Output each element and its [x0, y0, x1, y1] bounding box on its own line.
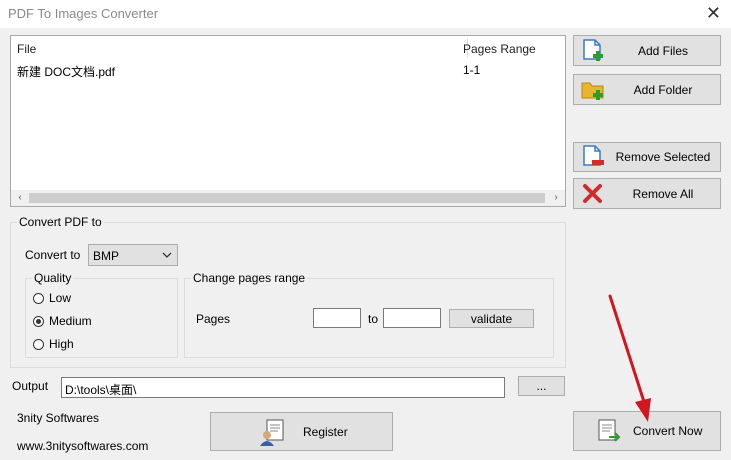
radio-low-label: Low [49, 291, 72, 305]
window-title: PDF To Images Converter [8, 6, 159, 21]
add-file-icon [583, 38, 603, 61]
remove-all-button[interactable]: Remove All [573, 178, 721, 209]
convert-to-label: Convert to [25, 248, 81, 262]
validate-label: validate [470, 311, 513, 326]
remove-file-icon [583, 145, 604, 166]
red-x-icon [583, 183, 602, 203]
output-label: Output [12, 379, 49, 393]
remove-selected-button[interactable]: Remove Selected [573, 142, 721, 172]
browse-label: ... [536, 379, 547, 393]
add-folder-icon [581, 82, 604, 100]
output-path-value: D:\tools\桌面\ [65, 383, 137, 397]
add-folder-button[interactable]: Add Folder [573, 74, 721, 105]
website-link[interactable]: www.3nitysoftwares.com [17, 439, 148, 453]
close-icon[interactable]: ✕ [706, 3, 721, 24]
register-label: Register [303, 424, 348, 439]
page-from-input[interactable] [313, 308, 361, 328]
pages-label: Pages [196, 312, 231, 326]
quality-legend: Quality [32, 271, 74, 285]
remove-selected-label: Remove Selected [615, 150, 711, 164]
format-value: BMP [93, 249, 120, 263]
radio-high[interactable]: High [33, 337, 74, 351]
radio-low[interactable]: Low [33, 291, 71, 305]
radio-circle-selected[interactable] [33, 315, 44, 327]
radio-circle[interactable] [33, 292, 44, 304]
pages-range-legend: Change pages range [191, 271, 308, 285]
radio-high-label: High [49, 337, 74, 351]
scrollbar-thumb[interactable] [29, 193, 545, 203]
to-label: to [368, 312, 379, 326]
radio-medium[interactable]: Medium [33, 314, 92, 328]
register-icon [260, 419, 284, 446]
browse-button[interactable]: ... [518, 376, 565, 396]
radio-circle[interactable] [33, 338, 44, 350]
output-path-field[interactable]: D:\tools\桌面\ [61, 377, 505, 398]
column-header-pages-range[interactable]: Pages Range [463, 42, 536, 56]
remove-all-label: Remove All [632, 186, 694, 201]
page-to-input[interactable] [383, 308, 441, 328]
scroll-left-icon[interactable]: ‹ [13, 191, 27, 205]
chevron-down-icon [162, 252, 172, 258]
scroll-right-icon[interactable]: › [549, 191, 563, 205]
pages-range-cell: 1-1 [463, 63, 481, 77]
company-name: 3nity Softwares [17, 411, 100, 425]
file-list[interactable]: File Pages Range 新建 DOC文档.pdf 1-1 ‹ › [10, 35, 566, 207]
horizontal-scrollbar[interactable]: ‹ › [11, 190, 565, 206]
convert-pdf-legend: Convert PDF to [17, 215, 104, 229]
add-folder-label: Add Folder [633, 82, 693, 97]
file-name-cell: 新建 DOC文档.pdf [17, 65, 116, 79]
column-header-file[interactable]: File [17, 42, 36, 56]
validate-button[interactable]: validate [449, 309, 534, 328]
register-button[interactable]: Register [210, 412, 393, 451]
annotation-arrow-icon [608, 294, 651, 422]
add-files-button[interactable]: Add Files [573, 35, 721, 66]
radio-medium-label: Medium [49, 314, 92, 328]
title-bar: PDF To Images Converter ✕ [0, 0, 731, 28]
add-files-label: Add Files [637, 43, 689, 58]
format-select[interactable]: BMP [88, 244, 178, 266]
